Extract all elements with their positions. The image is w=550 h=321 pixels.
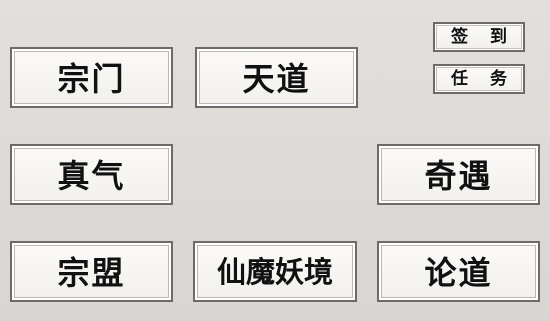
encounter-label: 奇遇 <box>424 156 493 195</box>
immortal-demon-realm-label: 仙魔妖境 <box>216 255 333 289</box>
tasks-label: 任务 <box>451 68 529 89</box>
discuss-dao-label: 论道 <box>424 253 493 292</box>
true-qi-label: 真气 <box>57 156 126 195</box>
encounter-button[interactable]: 奇遇 <box>377 144 540 205</box>
true-qi-button[interactable]: 真气 <box>10 144 173 205</box>
heavenly-dao-label: 天道 <box>242 59 311 98</box>
main-menu-screen: 签到 任务 宗门 天道 真气 奇遇 宗盟 仙魔妖境 论道 <box>0 0 550 321</box>
tasks-button[interactable]: 任务 <box>433 64 525 94</box>
immortal-demon-realm-button[interactable]: 仙魔妖境 <box>193 241 357 302</box>
sect-label: 宗门 <box>57 59 126 98</box>
sign-in-button[interactable]: 签到 <box>433 22 525 52</box>
sect-button[interactable]: 宗门 <box>10 47 173 108</box>
sign-in-label: 签到 <box>451 26 529 47</box>
sect-alliance-label: 宗盟 <box>57 253 126 292</box>
sect-alliance-button[interactable]: 宗盟 <box>10 241 173 302</box>
discuss-dao-button[interactable]: 论道 <box>377 241 540 302</box>
heavenly-dao-button[interactable]: 天道 <box>195 47 358 108</box>
